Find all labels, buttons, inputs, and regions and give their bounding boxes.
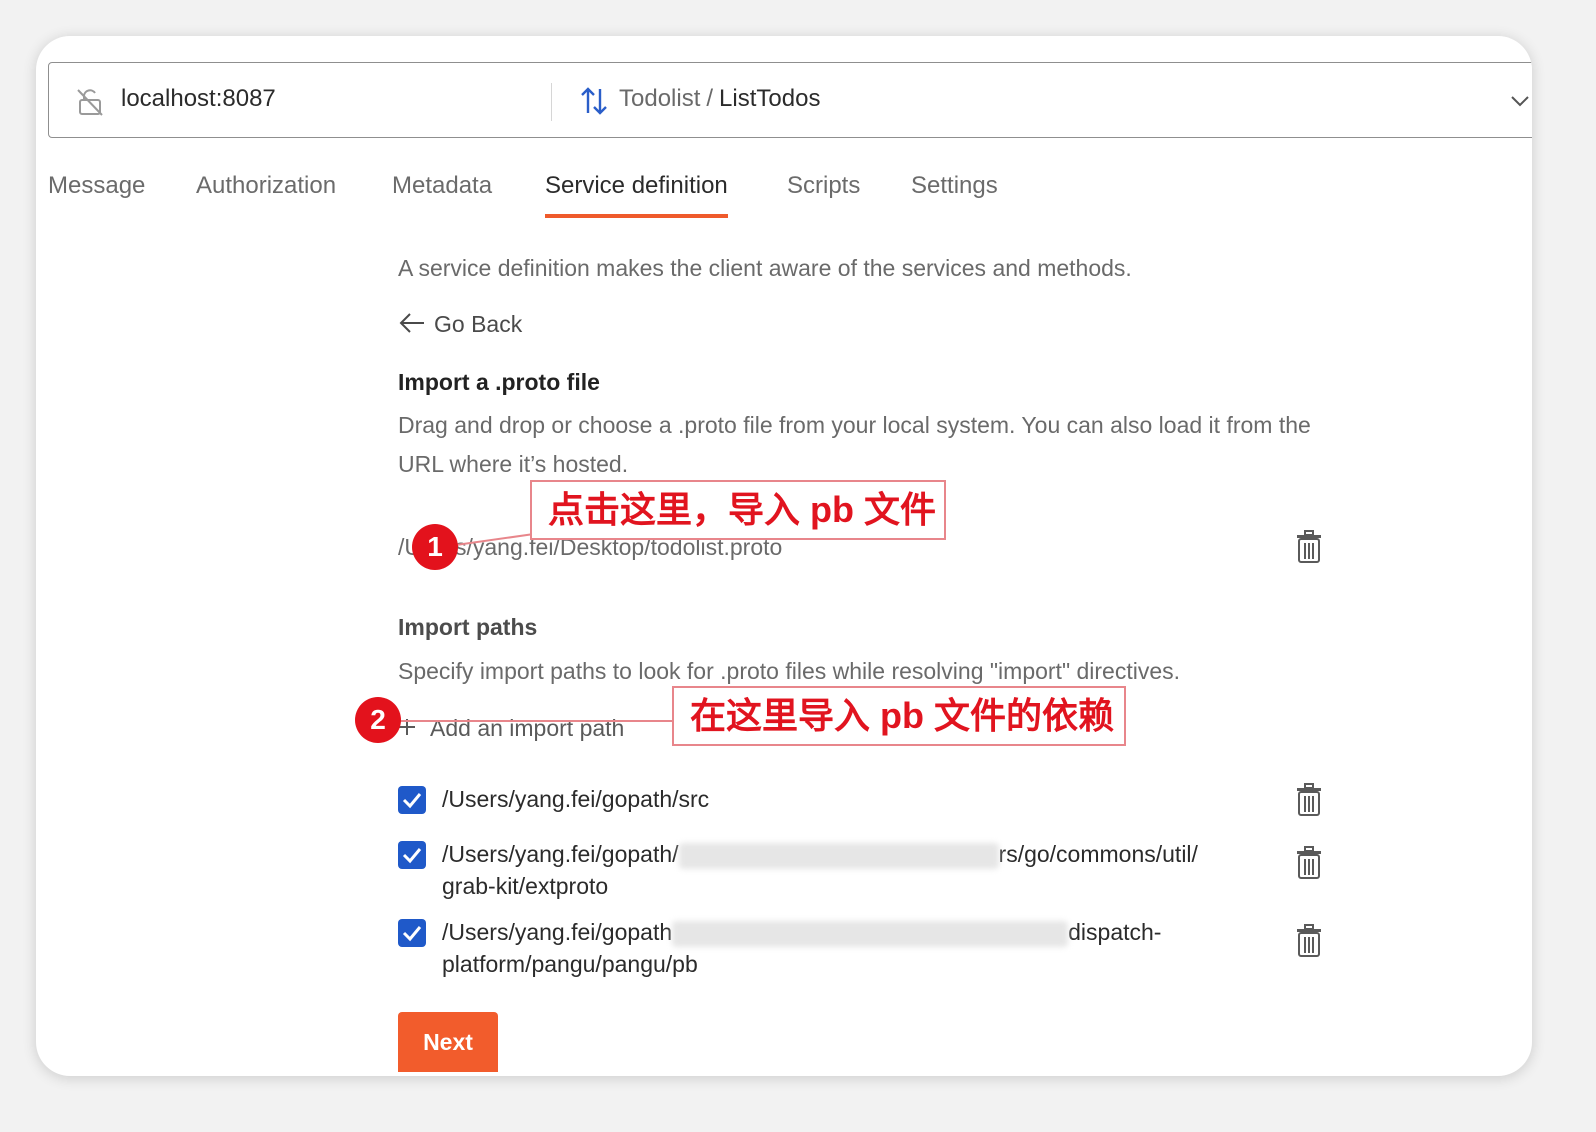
divider — [551, 83, 552, 121]
chevron-down-icon[interactable] — [1509, 91, 1531, 116]
annotation-badge-2: 2 — [355, 697, 401, 743]
tab-scripts[interactable]: Scripts — [787, 172, 860, 200]
import-file-title: Import a .proto file — [398, 369, 600, 395]
intro-text: A service definition makes the client aw… — [398, 255, 1132, 281]
trash-icon[interactable] — [1296, 783, 1322, 822]
unary-arrows-icon — [579, 85, 609, 122]
import-path-3-end: dispatch- — [1068, 919, 1162, 945]
annotation-callout-1: 点击这里，导入 pb 文件 — [530, 480, 946, 540]
import-path-text: /Users/yang.fei/gopath dispatch- platform… — [442, 916, 1272, 980]
trash-icon[interactable] — [1296, 924, 1322, 963]
redacted-segment — [678, 842, 999, 869]
tab-message[interactable]: Message — [48, 172, 145, 200]
import-paths-description: Specify import paths to look for .proto … — [398, 658, 1181, 684]
check-icon — [402, 848, 422, 864]
import-path-text: /Users/yang.fei/gopath/rs/go/commons/uti… — [442, 838, 1272, 902]
trash-icon[interactable] — [1296, 530, 1322, 569]
import-path-checkbox[interactable] — [398, 841, 426, 869]
next-button[interactable]: Next — [398, 1012, 498, 1072]
arrow-left-icon — [398, 312, 426, 340]
go-back-link[interactable]: Go Back — [398, 311, 522, 340]
import-file-description: Drag and drop or choose a .proto file fr… — [398, 412, 1311, 477]
annotation-leader-line — [400, 720, 674, 722]
import-path-2-line2: grab-kit/extproto — [442, 873, 609, 899]
method-selector[interactable]: Todolist / ListTodos — [619, 85, 820, 113]
insecure-lock-icon — [75, 87, 105, 122]
check-icon — [402, 926, 422, 942]
tab-metadata[interactable]: Metadata — [392, 172, 492, 200]
import-paths-title: Import paths — [398, 614, 538, 640]
import-path-2-start: /Users/yang.fei/gopath/ — [442, 841, 679, 867]
trash-icon[interactable] — [1296, 846, 1322, 885]
tab-authorization[interactable]: Authorization — [196, 172, 336, 200]
server-address[interactable]: localhost:8087 — [121, 85, 276, 113]
add-import-path-label: Add an import path — [430, 715, 625, 741]
check-icon — [402, 793, 422, 809]
redacted-segment — [672, 920, 1069, 947]
go-back-label: Go Back — [434, 311, 523, 337]
annotation-callout-2: 在这里导入 pb 文件的依赖 — [672, 686, 1126, 746]
annotation-badge-1: 1 — [412, 524, 458, 570]
request-bar: localhost:8087 Todolist / ListTodos — [48, 62, 1532, 138]
service-name: Todolist — [619, 85, 701, 112]
method-separator: / — [706, 85, 714, 112]
import-path-checkbox[interactable] — [398, 919, 426, 947]
import-path-3-start: /Users/yang.fei/gopath — [442, 919, 673, 945]
app-window: localhost:8087 Todolist / ListTodos Messag… — [36, 36, 1532, 1076]
tab-service-definition[interactable]: Service definition — [545, 172, 728, 218]
import-path-3-line2: platform/pangu/pangu/pb — [442, 951, 698, 977]
import-path-checkbox[interactable] — [398, 786, 426, 814]
tab-settings[interactable]: Settings — [911, 172, 998, 200]
method-name: ListTodos — [719, 85, 821, 112]
import-path-2-end: rs/go/commons/util/ — [998, 841, 1198, 867]
import-path-text: /Users/yang.fei/gopath/src — [442, 783, 709, 815]
import-path-1: /Users/yang.fei/gopath/src — [442, 786, 710, 812]
